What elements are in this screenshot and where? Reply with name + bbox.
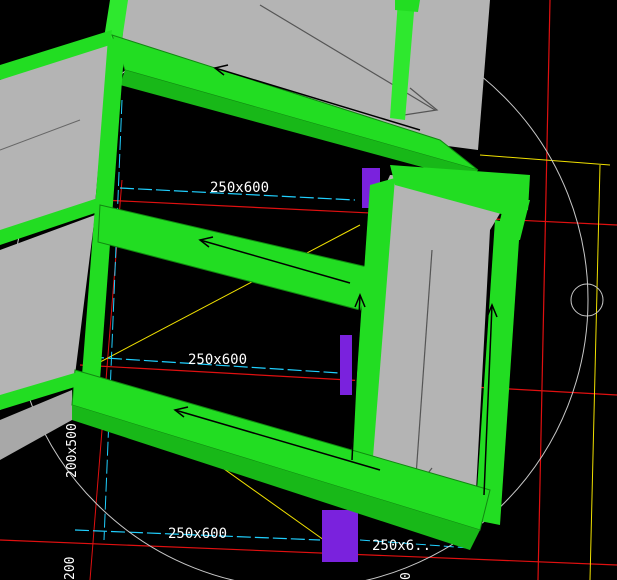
dim-label-bottom-beam: 250x600 bbox=[168, 526, 227, 542]
model-viewport[interactable]: 250x600 250x600 250x600 250x6.. 200x500 … bbox=[0, 0, 617, 580]
dim-label-bottom-right-beam: 250x6.. bbox=[372, 538, 431, 554]
dim-label-bottom-left-vertical: 200 bbox=[63, 557, 78, 580]
dim-label-bottom-center-vertical: 0 bbox=[399, 572, 414, 580]
dim-label-left-vertical: 200x500 bbox=[65, 423, 80, 478]
dim-label-middle-beam: 250x600 bbox=[188, 352, 247, 368]
dim-label-top-beam: 250x600 bbox=[210, 180, 269, 196]
